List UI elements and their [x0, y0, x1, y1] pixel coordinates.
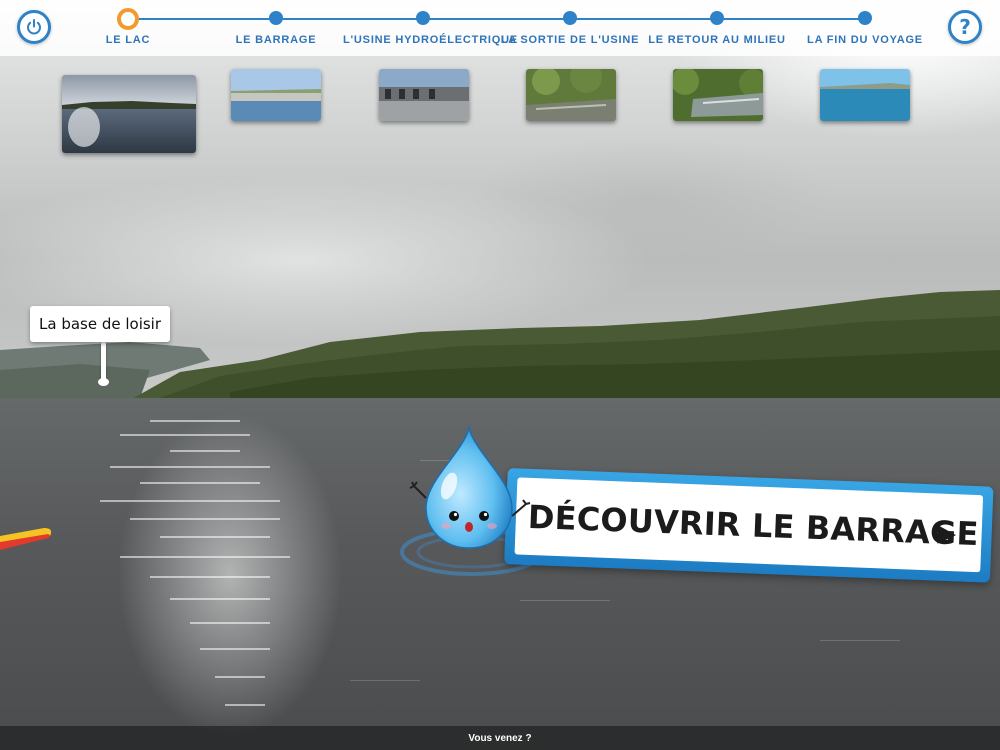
river-thumbnail-image	[673, 69, 763, 121]
bottom-prompt-bar[interactable]: Vous venez ?	[0, 726, 1000, 750]
step-label: LE LAC	[105, 34, 151, 46]
thumbnail-sortie-usine[interactable]	[526, 69, 616, 121]
discover-dam-button[interactable]: DÉCOUVRIR LE BARRAGE ▶	[504, 468, 994, 583]
power-button[interactable]	[17, 10, 51, 44]
step-label: LE BARRAGE	[235, 34, 317, 46]
play-arrow-icon: ▶	[937, 518, 957, 548]
water-drop-mascot-icon[interactable]	[404, 424, 534, 554]
dam-thumbnail-image	[231, 69, 321, 121]
thumbnail-retour-milieu[interactable]	[673, 69, 763, 121]
bottom-prompt-text: Vous venez ?	[468, 732, 532, 744]
step-marker	[269, 11, 283, 25]
thumbnail-le-lac[interactable]	[62, 75, 196, 153]
poi-label-base-de-loisir[interactable]: La base de loisir	[30, 306, 171, 342]
step-marker	[858, 11, 872, 25]
power-plant-thumbnail-image	[379, 69, 469, 121]
sea-thumbnail-image	[820, 69, 910, 121]
timeline-step-fin-voyage[interactable]: LA FIN DU VOYAGE	[785, 0, 945, 56]
river-outlet-thumbnail-image	[526, 69, 616, 121]
poi-pin-stem	[101, 342, 106, 382]
step-marker-active	[117, 8, 139, 30]
step-label: LA SORTIE DE L'USINE	[500, 34, 640, 46]
thumbnail-le-barrage[interactable]	[231, 69, 321, 121]
kayak	[0, 528, 52, 550]
step-marker	[710, 11, 724, 25]
step-marker	[416, 11, 430, 25]
thumbnail-usine-hydroelectrique[interactable]	[379, 69, 469, 121]
step-label: LA FIN DU VOYAGE	[807, 34, 923, 46]
thumbnail-fin-voyage[interactable]	[820, 69, 910, 121]
poi-pin-foot	[98, 378, 109, 386]
timeline-step-le-barrage[interactable]: LE BARRAGE	[196, 0, 356, 56]
timeline-step-le-lac[interactable]: LE LAC	[48, 0, 208, 56]
step-label: L'USINE HYDROÉLECTRIQUE	[343, 34, 519, 46]
step-marker	[563, 11, 577, 25]
step-label: LE RETOUR AU MILIEU	[648, 34, 786, 46]
question-mark-icon: ?	[959, 15, 971, 39]
timeline-step-sortie-usine[interactable]: LA SORTIE DE L'USINE	[490, 0, 650, 56]
help-button[interactable]: ?	[948, 10, 982, 44]
timeline-step-retour-milieu[interactable]: LE RETOUR AU MILIEU	[637, 0, 797, 56]
power-icon	[27, 19, 41, 35]
timeline-step-usine-hydroelectrique[interactable]: L'USINE HYDROÉLECTRIQUE	[343, 0, 519, 56]
poi-label-text: La base de loisir	[39, 315, 162, 333]
lake-thumbnail-image	[62, 75, 196, 153]
